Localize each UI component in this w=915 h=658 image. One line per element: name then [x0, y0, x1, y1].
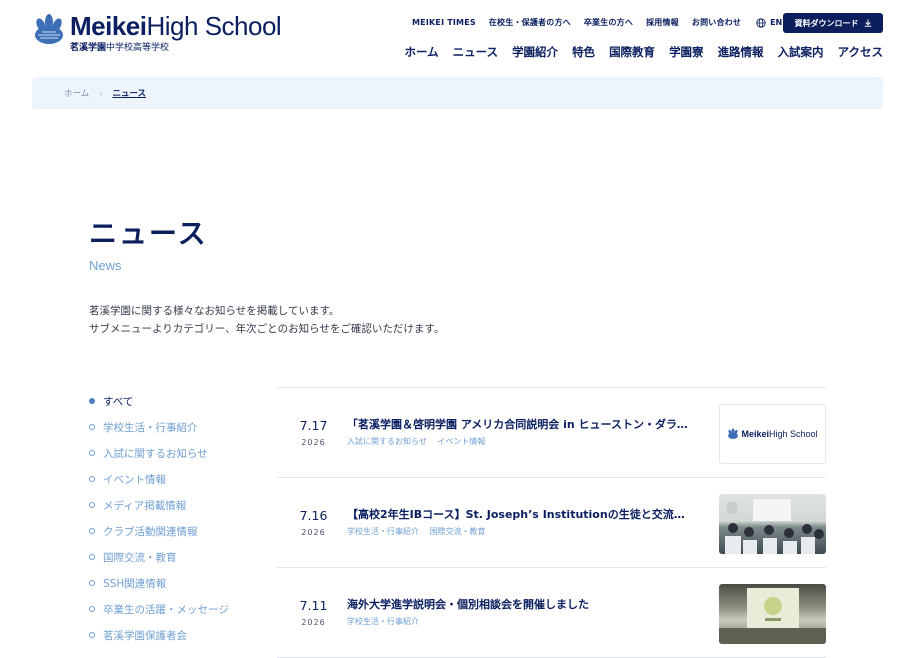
category-item-pta[interactable]: 茗溪学園保護者会	[89, 622, 229, 648]
site-logo[interactable]: MeikeiHigh School 茗溪学園中学校高等学校	[32, 11, 282, 53]
download-icon	[864, 19, 871, 27]
utility-link-students-parents[interactable]: 在校生・保護者の方へ	[489, 17, 571, 28]
news-month-day: 7.11	[299, 598, 328, 613]
breadcrumb-separator: ›	[99, 88, 103, 98]
bullet-icon	[89, 606, 95, 612]
language-switch[interactable]: EN	[756, 17, 783, 28]
news-tag[interactable]: 国際交流・教育	[430, 527, 486, 536]
category-item-school-life[interactable]: 学校生活・行事紹介	[89, 414, 229, 440]
page-subtitle: News	[89, 258, 122, 273]
nav-career[interactable]: 進路情報	[718, 44, 764, 60]
thumbnail-logo: Meikei High School	[727, 428, 818, 440]
bullet-icon	[89, 632, 95, 638]
nav-about[interactable]: 学園紹介	[512, 44, 558, 60]
utility-nav: MEIKEI TIMES 在校生・保護者の方へ 卒業生の方へ 採用情報 お問い合…	[412, 17, 782, 28]
news-item[interactable]: 7.16 2026 【高校2年生IBコース】St. Joseph’s Insti…	[277, 478, 826, 568]
breadcrumb: ホーム › ニュース	[32, 77, 883, 109]
bullet-icon	[89, 528, 95, 534]
news-thumbnail[interactable]	[719, 584, 826, 644]
classroom-photo	[725, 499, 824, 554]
news-month-day: 7.17	[299, 418, 328, 433]
intro-line-1: 茗溪学園に関する様々なお知らせを掲載しています。	[89, 305, 340, 317]
logo-wordmark: MeikeiHigh School	[70, 11, 282, 41]
category-item-international[interactable]: 国際交流・教育	[89, 544, 229, 570]
nav-dormitory[interactable]: 学園寮	[669, 44, 704, 60]
category-item-admissions[interactable]: 入試に関するお知らせ	[89, 440, 229, 466]
category-item-all[interactable]: すべて	[89, 388, 229, 414]
news-tag[interactable]: 入試に関するお知らせ	[347, 437, 427, 446]
news-tag[interactable]: 学校生活・行事紹介	[347, 527, 419, 536]
bullet-icon	[89, 502, 95, 508]
globe-icon	[756, 17, 766, 28]
news-title[interactable]: 「茗溪学園＆啓明学園 アメリカ合同説明会 in ヒューストン・ダラス」開催のお知…	[347, 416, 693, 432]
news-tag[interactable]: イベント情報	[437, 437, 485, 446]
news-month-day: 7.16	[299, 508, 328, 523]
news-title[interactable]: 【高校2年生IBコース】St. Joseph’s Institutionの生徒と…	[347, 506, 693, 522]
news-item[interactable]: 7.11 2026 海外大学進学説明会・個別相談会を開催しました 学校生活・行事…	[277, 568, 826, 658]
nav-features[interactable]: 特色	[572, 44, 595, 60]
bullet-icon	[89, 554, 95, 560]
emblem-icon	[728, 428, 739, 439]
news-year: 2026	[301, 618, 326, 627]
news-title[interactable]: 海外大学進学説明会・個別相談会を開催しました	[347, 596, 693, 612]
intro-line-2: サブメニューよりカテゴリー、年次ごとのお知らせをご確認いただけます。	[89, 323, 445, 335]
category-item-ssh[interactable]: SSH関連情報	[89, 570, 229, 596]
category-item-clubs[interactable]: クラブ活動関連情報	[89, 518, 229, 544]
nav-access[interactable]: アクセス	[838, 44, 883, 60]
news-year: 2026	[301, 528, 326, 537]
news-tags: 学校生活・行事紹介	[347, 616, 427, 627]
page-intro: 茗溪学園に関する様々なお知らせを掲載しています。 サブメニューよりカテゴリー、年…	[89, 302, 444, 338]
utility-link-recruitment[interactable]: 採用情報	[646, 17, 679, 28]
news-thumbnail[interactable]	[719, 494, 826, 554]
utility-link-contact[interactable]: お問い合わせ	[692, 17, 741, 28]
news-date: 7.11 2026	[277, 598, 350, 627]
bullet-icon	[89, 580, 95, 586]
download-materials-button[interactable]: 資料ダウンロード	[783, 13, 883, 33]
download-materials-label: 資料ダウンロード	[794, 18, 859, 28]
bullet-icon	[89, 476, 95, 482]
category-item-events[interactable]: イベント情報	[89, 466, 229, 492]
nav-home[interactable]: ホーム	[404, 44, 438, 60]
emblem-icon	[35, 14, 63, 44]
page-title: ニュース	[89, 217, 208, 250]
bullet-icon	[89, 424, 95, 430]
category-menu: すべて 学校生活・行事紹介 入試に関するお知らせ イベント情報 メディア掲載情報…	[89, 388, 229, 648]
nav-admissions[interactable]: 入試案内	[778, 44, 824, 60]
news-thumbnail[interactable]: Meikei High School	[719, 404, 826, 464]
bullet-icon	[89, 398, 95, 404]
news-tags: 学校生活・行事紹介 国際交流・教育	[347, 526, 494, 537]
nav-news[interactable]: ニュース	[453, 44, 498, 60]
nav-international[interactable]: 国際教育	[609, 44, 655, 60]
breadcrumb-home[interactable]: ホーム	[64, 87, 89, 99]
main-nav: ホーム ニュース 学園紹介 特色 国際教育 学園寮 進路情報 入試案内 アクセス	[390, 44, 883, 60]
category-item-alumni[interactable]: 卒業生の活躍・メッセージ	[89, 596, 229, 622]
bullet-icon	[89, 450, 95, 456]
logo-subtitle: 茗溪学園中学校高等学校	[70, 43, 170, 53]
news-tag[interactable]: 学校生活・行事紹介	[347, 617, 419, 626]
utility-link-meikei-times[interactable]: MEIKEI TIMES	[412, 18, 476, 27]
category-item-media[interactable]: メディア掲載情報	[89, 492, 229, 518]
news-tags: 入試に関するお知らせ イベント情報	[347, 436, 493, 447]
news-date: 7.17 2026	[277, 418, 350, 447]
news-item[interactable]: 7.17 2026 「茗溪学園＆啓明学園 アメリカ合同説明会 in ヒューストン…	[277, 388, 826, 478]
news-list: 7.17 2026 「茗溪学園＆啓明学園 アメリカ合同説明会 in ヒューストン…	[277, 387, 826, 658]
news-year: 2026	[301, 438, 326, 447]
utility-link-alumni[interactable]: 卒業生の方へ	[584, 17, 633, 28]
breadcrumb-current[interactable]: ニュース	[112, 87, 146, 99]
language-label: EN	[770, 18, 783, 27]
news-date: 7.16 2026	[277, 508, 350, 537]
seminar-photo	[719, 588, 826, 644]
